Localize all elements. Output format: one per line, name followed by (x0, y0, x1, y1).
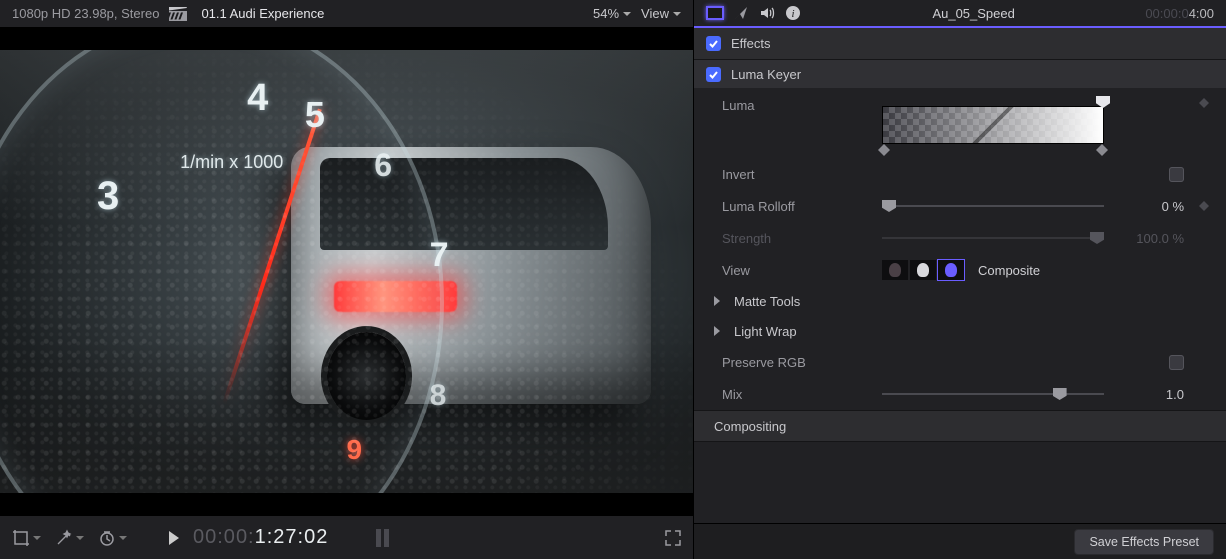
param-label-mix: Mix (722, 387, 872, 402)
view-dropdown[interactable]: View (641, 6, 681, 21)
zoom-dropdown[interactable]: 54% (593, 6, 631, 21)
playhead-timecode[interactable]: 00:00:1:27:02 (193, 526, 328, 549)
play-icon (169, 531, 179, 545)
zoom-value: 54% (593, 6, 619, 21)
effects-section-label: Effects (731, 36, 771, 51)
param-label-invert: Invert (722, 167, 872, 182)
rolloff-slider[interactable] (882, 198, 1104, 214)
compositing-section-label[interactable]: Compositing (694, 410, 1226, 442)
viewer-format: 1080p HD 23.98p, Stereo (12, 6, 159, 21)
viewer-canvas[interactable]: 1/min x 1000 3 4 5 6 7 8 9 (0, 28, 693, 515)
luma-handle-bottom-left-icon[interactable] (878, 144, 890, 156)
keyframe-button[interactable] (1194, 98, 1214, 108)
luma-handle-bottom-right-icon[interactable] (1096, 144, 1108, 156)
luma-keyer-label: Luma Keyer (731, 67, 801, 82)
param-label-view: View (722, 263, 872, 278)
strength-slider (882, 230, 1104, 246)
view-option-matte[interactable] (910, 260, 936, 280)
retime-tool-dropdown[interactable] (98, 529, 127, 547)
audio-meter-icon (376, 529, 389, 547)
enhance-tool-dropdown[interactable] (55, 529, 84, 547)
audio-inspector-tab-icon[interactable] (758, 4, 776, 22)
keyframe-button[interactable] (1194, 201, 1214, 211)
viewer-title: 01.1 Audi Experience (201, 6, 324, 21)
disclosure-triangle-icon[interactable] (714, 326, 720, 336)
chevron-down-icon (76, 534, 84, 542)
mix-value[interactable]: 1.0 (1114, 387, 1184, 402)
mix-slider[interactable] (882, 386, 1104, 402)
view-option-composite[interactable] (938, 260, 964, 280)
param-label-rolloff: Luma Rolloff (722, 199, 872, 214)
svg-text:i: i (791, 8, 794, 20)
info-inspector-tab-icon[interactable]: i (784, 4, 802, 22)
param-label-strength: Strength (722, 231, 872, 246)
play-button[interactable] (169, 531, 179, 545)
disclosure-triangle-icon[interactable] (714, 296, 720, 306)
inspector-clip-name: Au_05_Speed (812, 6, 1135, 21)
view-value-label: Composite (978, 263, 1040, 278)
crop-tool-dropdown[interactable] (12, 529, 41, 547)
chevron-down-icon (673, 10, 681, 18)
rolloff-value[interactable]: 0 % (1114, 199, 1184, 214)
inspector-clip-duration: 00:00:04:00 (1145, 6, 1214, 21)
preserve-rgb-checkbox[interactable] (1169, 355, 1184, 370)
strength-value: 100.0 % (1114, 231, 1184, 246)
generator-inspector-tab-icon[interactable] (732, 4, 750, 22)
view-option-source[interactable] (882, 260, 908, 280)
chevron-down-icon (33, 534, 41, 542)
view-label: View (641, 6, 669, 21)
effects-enable-checkbox[interactable] (706, 36, 721, 51)
matte-tools-label[interactable]: Matte Tools (734, 294, 800, 309)
luma-gradient-control[interactable] (882, 98, 1104, 152)
fullscreen-button[interactable] (665, 530, 681, 546)
param-label-preserve-rgb: Preserve RGB (722, 355, 872, 370)
invert-checkbox[interactable] (1169, 167, 1184, 182)
chevron-down-icon (119, 534, 127, 542)
chevron-down-icon (623, 10, 631, 18)
video-inspector-tab-icon[interactable] (706, 4, 724, 22)
luma-keyer-enable-checkbox[interactable] (706, 67, 721, 82)
param-label-luma: Luma (722, 98, 872, 113)
light-wrap-label[interactable]: Light Wrap (734, 324, 797, 339)
clapperboard-icon (169, 7, 187, 21)
save-effects-preset-button[interactable]: Save Effects Preset (1074, 529, 1214, 555)
